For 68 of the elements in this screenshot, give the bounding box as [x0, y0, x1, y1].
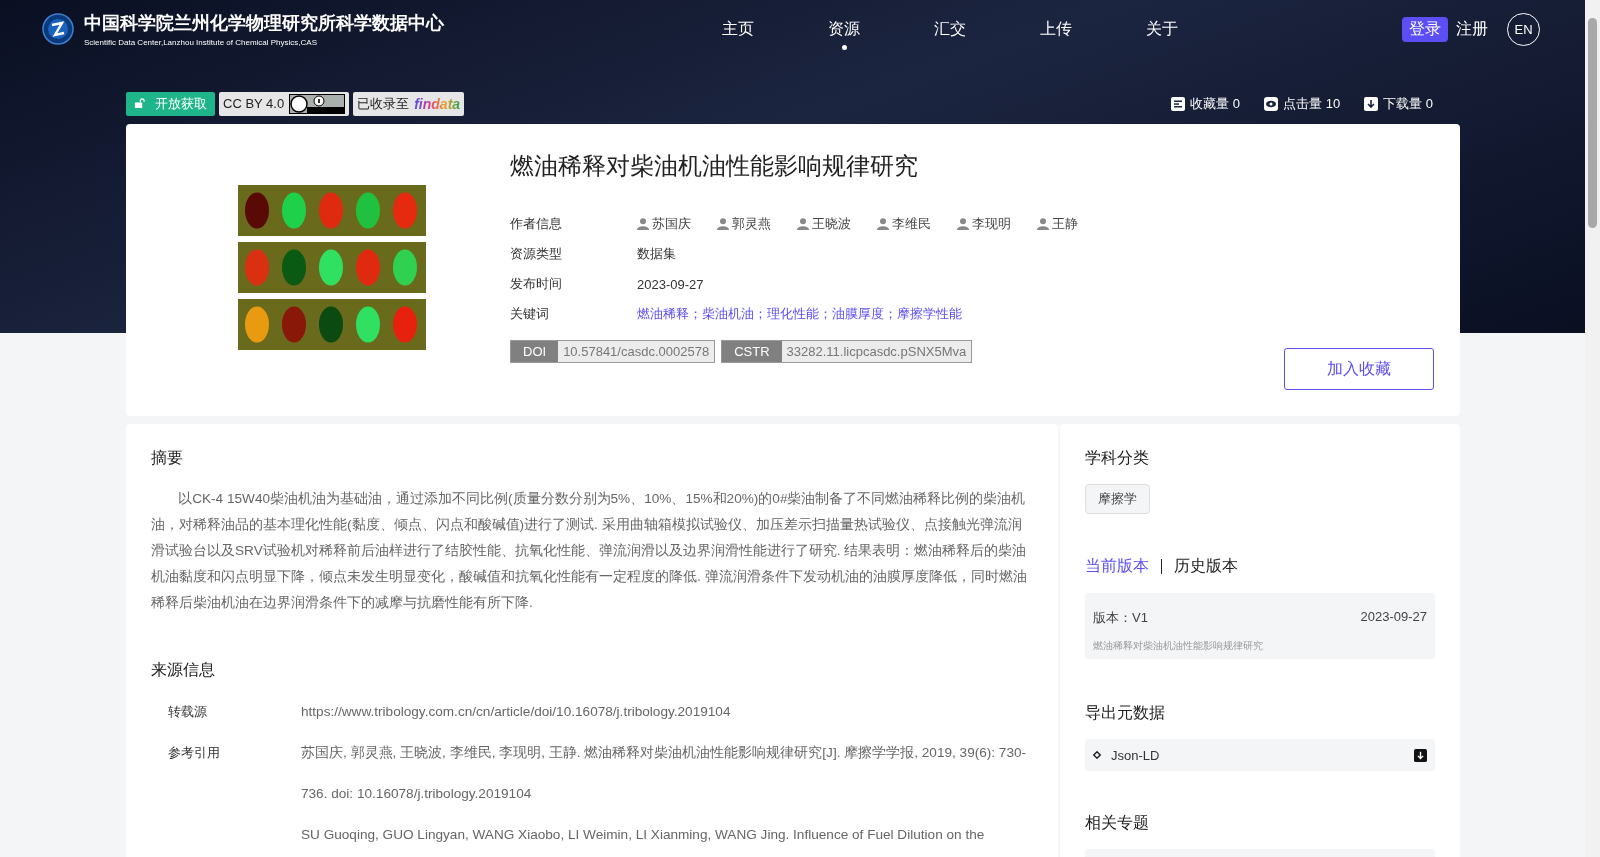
version-title: 燃油稀释对柴油机油性能影响规律研究	[1093, 639, 1264, 653]
findata-logo: findata	[414, 95, 461, 112]
export-item[interactable]: Json-LD	[1085, 739, 1435, 771]
section-title: 摘要	[151, 448, 184, 468]
subject-tag[interactable]: 摩擦学	[1085, 484, 1150, 514]
person-icon	[637, 218, 649, 230]
identifier-value: 10.57841/casdc.0002578	[558, 341, 715, 362]
version-date: 2023-09-27	[1360, 609, 1427, 626]
site-title: 中国科学院兰州化学物理研究所科学数据中心	[84, 12, 444, 35]
export-format: Json-LD	[1111, 747, 1161, 763]
indexed-label: 已收录至	[357, 94, 410, 113]
author-link[interactable]: 郭灵燕	[717, 215, 771, 233]
download-icon[interactable]	[1414, 748, 1427, 762]
stat-label: 点击量 10	[1283, 94, 1341, 113]
nav-link[interactable]: 主页	[685, 12, 791, 46]
source-label: 转载源	[167, 703, 208, 721]
person-icon	[797, 218, 809, 230]
person-icon	[717, 218, 729, 230]
author-link[interactable]: 王晓波	[797, 215, 851, 233]
institute-logo-icon	[42, 13, 74, 45]
field-value: 数据集	[637, 245, 676, 263]
login-button[interactable]: 登录	[1402, 16, 1448, 42]
person-icon	[957, 218, 969, 230]
register-link[interactable]: 注册	[1456, 18, 1488, 40]
abstract-text: 以CK-4 15W40柴油机油为基础油，通过添加不同比例(质量分数分别为5%、10%、15%和20%)的0#柴油制备了不同燃油稀释比例的柴油机油，对稀释油品的基本理化性能(黏度、倾点、闪点和酸碱值)进行了测试. 采用曲轴箱模拟试验仪、加压差示扫描量热试验仪、点接触光弹流润滑试验台以及SRV试验机对稀释前后油样进行了结胶性能、抗氧化性能、弹流润滑以及边界润滑性能进行了研究. 结果表明：燃油稀释后的柴油机油黏度和闪点明显下降，倾点未发生明显变化，酸碱值和抗氧化性能有一定程度的降低. 弹流润滑条件下发动机油的油膜厚度降低，同时燃油稀释后柴油机油在边界润滑条件下的减摩与抗磨性能有所下降.	[151, 490, 1028, 612]
version-label: 版本：V1	[1093, 609, 1148, 627]
keyword-links[interactable]: 燃油稀释；柴油机油；理化性能；油膜厚度；摩擦学性能	[637, 305, 962, 323]
stat-label: 下载量 0	[1383, 94, 1433, 113]
author-link[interactable]: 李维民	[877, 215, 931, 233]
section-title: 来源信息	[151, 660, 216, 680]
source-value: 苏国庆, 郭灵燕, 王晓波, 李维民, 李现明, 王静. 燃油稀释对柴油机油性能影响规律研究[J]. 摩擦学学报, 2019, 39(6): 730-736. doi: 10.16078/j.tribology.2019104	[301, 744, 1028, 803]
nav-link[interactable]: 汇交	[897, 12, 1003, 46]
open-access-label: 开放获取	[155, 94, 207, 113]
identifier-value: 33282.11.licpcasdc.pSNX5Mva	[781, 341, 972, 362]
version-tab[interactable]: 当前版本	[1085, 556, 1149, 577]
source-label: 参考引用	[167, 744, 221, 762]
sidebar-title: 相关专题	[1085, 813, 1150, 833]
list-icon	[1171, 96, 1186, 111]
sidebar-title: 学科分类	[1085, 448, 1150, 468]
field-label: 作者信息	[510, 215, 563, 233]
field-value: 2023-09-27	[637, 276, 704, 292]
field-label: 关键词	[510, 305, 550, 323]
sidebar-title: 导出元数据	[1085, 703, 1166, 723]
field-label: 资源类型	[510, 245, 563, 263]
diamond-icon	[1093, 751, 1101, 759]
person-icon	[1037, 218, 1049, 230]
stat-label: 收藏量 0	[1190, 94, 1241, 113]
author-link[interactable]: 李现明	[957, 215, 1011, 233]
author-link[interactable]: 王静	[1037, 215, 1078, 233]
source-value: https://www.tribology.com.cn/cn/article/doi/10.16078/j.tribology.2019104	[301, 703, 732, 721]
unlock-icon	[134, 98, 145, 109]
add-to-favorites-button[interactable]: 加入收藏	[1284, 348, 1434, 390]
source-value: SU Guoqing, GUO Lingyan, WANG Xiaobo, LI Weimin, LI Xianming, WANG Jing. Influence of Fuel Dilution on the	[301, 826, 986, 844]
nav-link[interactable]: 关于	[1109, 12, 1215, 46]
site-subtitle: Scientific Data Center,Lanzhou Institute of Chemical Physics,CAS	[84, 38, 318, 47]
nav-link[interactable]: 上传	[1003, 12, 1109, 46]
author-link[interactable]: 苏国庆	[637, 215, 691, 233]
version-tab[interactable]: 历史版本	[1174, 556, 1238, 577]
field-label: 发布时间	[510, 275, 563, 293]
person-icon	[877, 218, 889, 230]
download-icon	[1364, 96, 1379, 111]
scrollbar[interactable]	[1585, 0, 1600, 857]
identifier-type: CSTR	[722, 341, 782, 362]
license-label: CC BY 4.0	[223, 96, 285, 111]
identifier-type: DOI	[511, 341, 559, 362]
creative-commons-icon	[289, 93, 346, 114]
dataset-title: 燃油稀释对柴油机油性能影响规律研究	[510, 151, 919, 181]
eye-icon	[1264, 96, 1279, 111]
